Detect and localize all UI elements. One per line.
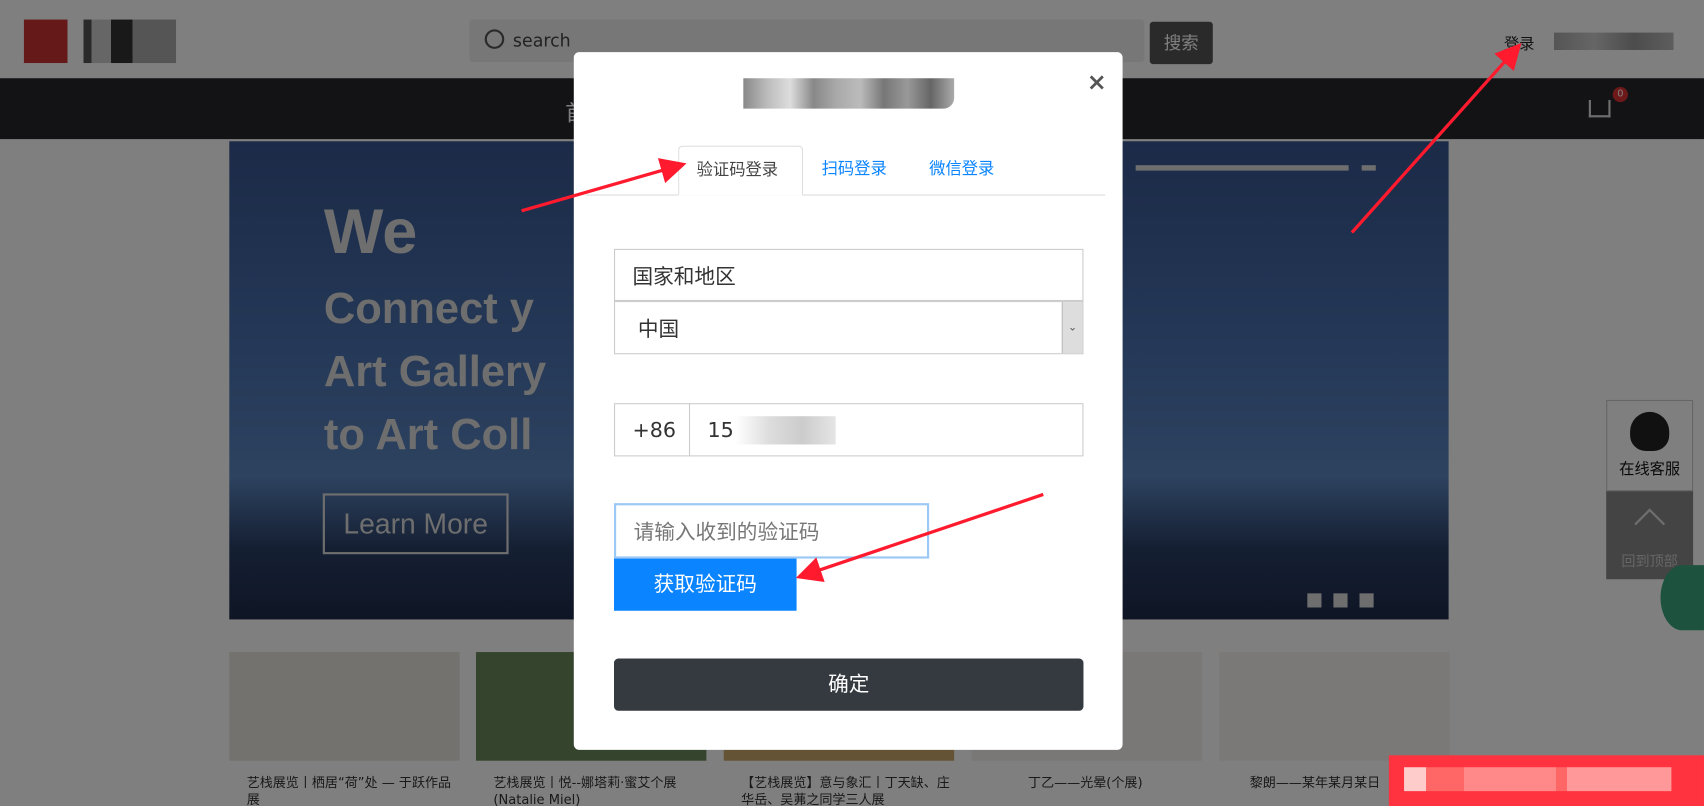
get-code-button[interactable]: 获取验证码 (614, 558, 797, 611)
tab-wechat-login[interactable]: 微信登录 (912, 146, 1012, 196)
blurred-logo (743, 78, 955, 109)
blurred-phone (735, 415, 836, 444)
close-icon[interactable]: × (1087, 70, 1107, 97)
phone-input[interactable]: 15 (688, 403, 1084, 457)
country-label: 国家和地区 (614, 248, 1084, 302)
phone-value: 15 (707, 417, 734, 442)
chevron-down-icon[interactable]: ⌄ (1061, 302, 1083, 354)
country-select[interactable]: 中国 ⌄ (614, 301, 1084, 355)
tab-sms-login[interactable]: 验证码登录 (678, 145, 804, 196)
country-value: 中国 (637, 317, 680, 342)
login-modal: × 验证码登录 扫码登录 微信登录 国家和地区 中国 ⌄ +86 15 请输入收到… (573, 52, 1123, 750)
code-input[interactable]: 请输入收到的验证码 (614, 503, 930, 559)
tab-qr-login[interactable]: 扫码登录 (804, 146, 904, 196)
phone-prefix: +86 (614, 403, 691, 457)
blurred-text (1404, 767, 1672, 792)
confirm-button[interactable]: 确定 (614, 658, 1084, 711)
